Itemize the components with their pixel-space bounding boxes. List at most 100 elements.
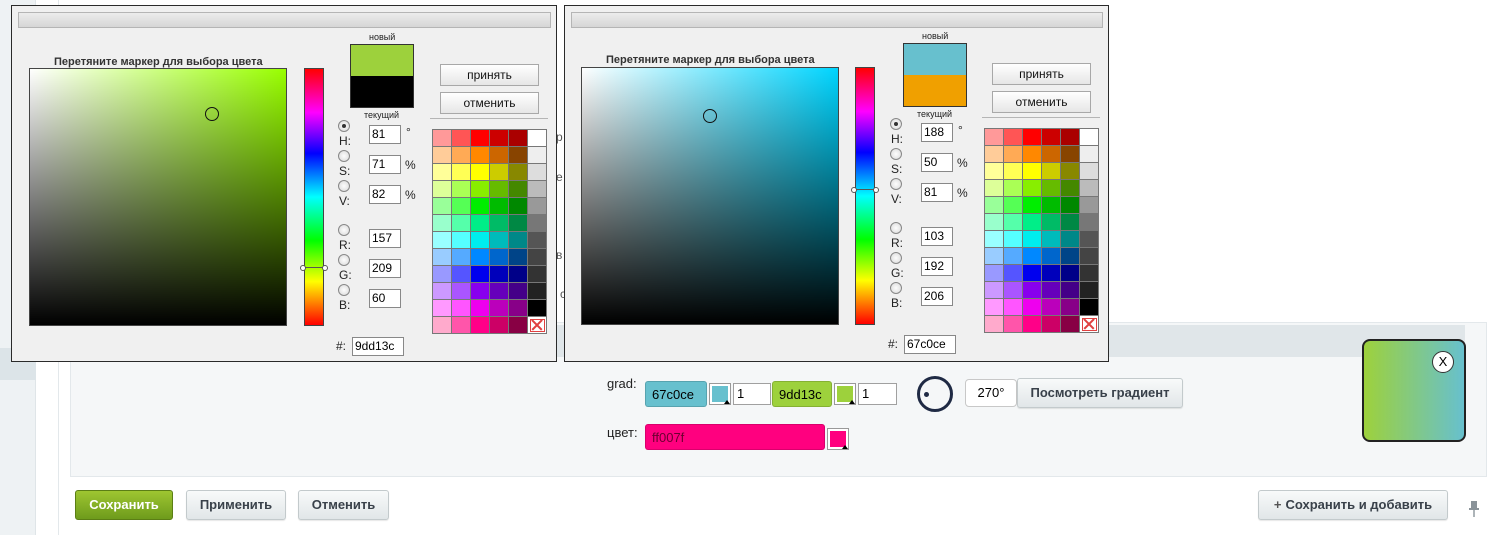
radio-red[interactable] [338,224,350,236]
radio-hue[interactable] [890,118,902,130]
palette-swatch[interactable] [1080,180,1099,197]
gradient-stop1-hex[interactable]: 67c0ce [645,381,707,407]
palette-swatch[interactable] [1042,129,1061,146]
palette-swatch[interactable] [1004,129,1023,146]
hex-input[interactable]: 9dd13c [352,337,404,356]
palette-swatch[interactable] [490,164,509,181]
hue-slider-handle[interactable] [300,264,328,271]
palette-swatch[interactable] [509,317,528,334]
angle-value[interactable]: 270° [965,379,1017,407]
palette-swatch[interactable] [1042,265,1061,282]
angle-handle-icon[interactable] [924,392,929,397]
palette-swatch[interactable] [1080,231,1099,248]
palette-swatch[interactable] [509,283,528,300]
palette-swatch[interactable] [490,300,509,317]
apply-button[interactable]: Применить [186,490,286,520]
color-marker[interactable] [703,109,717,124]
palette-swatch[interactable] [985,248,1004,265]
palette-swatch[interactable] [433,317,452,334]
palette-swatch[interactable] [509,130,528,147]
radio-saturation[interactable] [338,150,350,162]
palette-swatch[interactable] [1004,180,1023,197]
palette-swatch[interactable] [1080,265,1099,282]
view-gradient-button[interactable]: Посмотреть градиент [1017,378,1183,408]
green-input[interactable]: 192 [921,257,953,276]
gradient-stop2-color-button[interactable] [834,383,856,405]
palette-swatch[interactable] [528,198,547,215]
palette-swatch[interactable] [1061,282,1080,299]
red-input[interactable]: 157 [369,229,401,248]
palette-swatch[interactable] [528,215,547,232]
palette-swatch[interactable] [433,147,452,164]
palette-swatch[interactable] [1004,299,1023,316]
radio-red[interactable] [890,222,902,234]
palette-swatch[interactable] [490,266,509,283]
palette-swatch[interactable] [509,164,528,181]
palette-swatch[interactable] [1061,316,1080,333]
palette-swatch[interactable] [471,300,490,317]
close-icon[interactable]: X [1432,351,1454,373]
current-color-swatch[interactable] [904,75,966,106]
palette-swatch[interactable] [1042,282,1061,299]
blue-input[interactable]: 206 [921,287,953,306]
palette-swatch[interactable] [1080,197,1099,214]
radio-green[interactable] [338,254,350,266]
hue-slider[interactable] [855,67,875,325]
palette-swatch[interactable] [1023,129,1042,146]
palette-swatch[interactable] [509,147,528,164]
palette-swatch[interactable] [528,249,547,266]
palette-swatch[interactable] [490,232,509,249]
palette-swatch[interactable] [1023,316,1042,333]
palette-swatch[interactable] [471,283,490,300]
saturation-value-field[interactable] [581,67,839,325]
radio-hue[interactable] [338,120,350,132]
palette-swatch[interactable] [528,147,547,164]
palette-swatch[interactable] [1061,197,1080,214]
hue-input[interactable]: 188 [921,123,953,142]
accept-button[interactable]: принять [440,64,539,86]
saturation-input[interactable]: 71 [369,155,401,174]
palette-swatch[interactable] [1023,163,1042,180]
palette-swatch[interactable] [528,164,547,181]
hue-input[interactable]: 81 [369,125,401,144]
dialog-cancel-button[interactable]: отменить [440,92,539,114]
palette-swatch[interactable] [1023,231,1042,248]
radio-blue[interactable] [890,282,902,294]
palette-swatch[interactable] [985,214,1004,231]
palette-swatch[interactable] [471,249,490,266]
value-input[interactable]: 82 [369,185,401,204]
blue-input[interactable]: 60 [369,289,401,308]
palette-swatch[interactable] [1061,180,1080,197]
palette-swatch[interactable] [509,215,528,232]
palette-swatch[interactable] [452,283,471,300]
save-and-add-button[interactable]: + Сохранить и добавить [1258,490,1448,520]
palette-swatch[interactable] [1042,197,1061,214]
palette-swatch[interactable] [509,181,528,198]
hue-slider[interactable] [304,68,324,326]
palette-swatch[interactable] [528,283,547,300]
palette-swatch[interactable] [1004,282,1023,299]
palette-swatch[interactable] [471,215,490,232]
accept-button[interactable]: принять [992,63,1091,85]
palette-swatch[interactable] [433,232,452,249]
palette-swatch[interactable] [1061,214,1080,231]
palette-swatch[interactable] [490,147,509,164]
palette-swatch[interactable] [1023,180,1042,197]
palette-swatch[interactable] [528,232,547,249]
palette-swatch[interactable] [471,232,490,249]
palette-swatch[interactable] [1042,163,1061,180]
palette-swatch[interactable] [1004,146,1023,163]
palette-swatch[interactable] [1004,231,1023,248]
green-input[interactable]: 209 [369,259,401,278]
palette-swatch[interactable] [985,282,1004,299]
palette-swatch[interactable] [452,317,471,334]
palette-swatch[interactable] [1042,248,1061,265]
palette-swatch[interactable] [985,129,1004,146]
saturation-input[interactable]: 50 [921,153,953,172]
palette-swatch[interactable] [985,163,1004,180]
saturation-value-field[interactable] [29,68,287,326]
palette-swatch[interactable] [1061,299,1080,316]
palette-swatch[interactable] [433,181,452,198]
palette-swatch[interactable] [471,164,490,181]
palette-swatch[interactable] [433,130,452,147]
